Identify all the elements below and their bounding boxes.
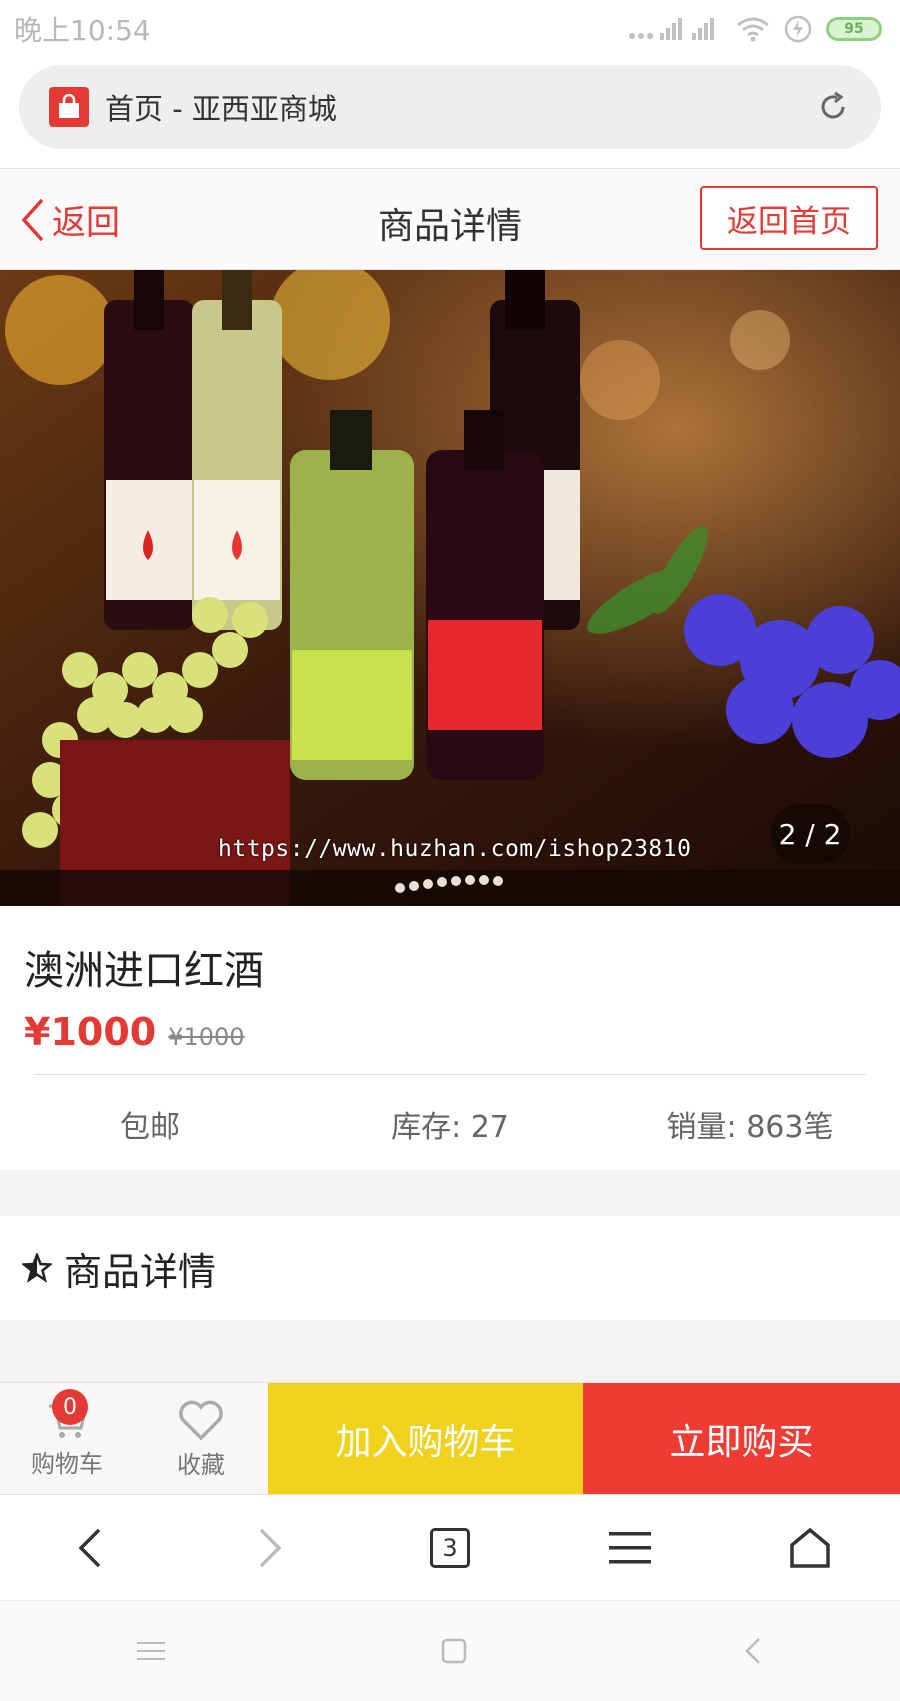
menu-icon <box>609 1531 651 1563</box>
system-home-icon[interactable] <box>440 1637 468 1665</box>
browser-nav-bar: 3 <box>0 1494 900 1600</box>
browser-forward-button[interactable] <box>230 1508 310 1588</box>
product-photo <box>0 270 900 906</box>
original-price: ¥1000 <box>168 1023 245 1051</box>
home-button[interactable]: 返回首页 <box>700 186 878 250</box>
page-header: 返回 商品详情 返回首页 <box>0 168 900 270</box>
chevron-left-icon <box>78 1528 101 1567</box>
chevron-right-icon <box>259 1528 282 1567</box>
charging-icon <box>784 15 812 43</box>
price-row: ¥1000 ¥1000 <box>24 1010 245 1054</box>
heart-icon <box>179 1400 223 1440</box>
product-meta-row: 包邮 库存: 27 销量: 863笔 <box>0 1102 900 1146</box>
cart-count-badge: 0 <box>52 1389 88 1425</box>
section-spacer <box>0 1170 900 1216</box>
browser-back-button[interactable] <box>50 1508 130 1588</box>
cart-button[interactable]: 0 购物车 <box>0 1383 134 1495</box>
reload-icon[interactable] <box>815 89 851 125</box>
status-icons: 95 <box>626 15 882 43</box>
favorite-button[interactable]: 收藏 <box>134 1383 268 1495</box>
content-placeholder <box>0 1320 900 1382</box>
tab-count: 3 <box>430 1527 470 1568</box>
shopping-bag-icon <box>49 87 89 127</box>
browser-home-button[interactable] <box>770 1508 850 1588</box>
recents-menu-icon[interactable] <box>137 1640 166 1662</box>
sales-info: 销量: 863笔 <box>666 1110 834 1145</box>
current-price: ¥1000 <box>24 1010 157 1054</box>
favorite-label: 收藏 <box>177 1450 225 1479</box>
buy-now-button[interactable]: 立即购买 <box>583 1383 900 1495</box>
browser-menu-button[interactable] <box>590 1508 670 1588</box>
shipping-info: 包邮 <box>120 1110 180 1145</box>
system-back-icon[interactable] <box>743 1636 763 1666</box>
tabs-button[interactable]: 3 <box>410 1508 490 1588</box>
cart-label: 购物车 <box>31 1449 103 1478</box>
wifi-icon <box>737 17 769 42</box>
image-watermark: https://www.huzhan.com/ishop23810 <box>218 836 692 862</box>
status-bar: 晚上10:54 95 <box>0 0 900 58</box>
stock-info: 库存: 27 <box>391 1110 509 1145</box>
product-info: 澳洲进口红酒 ¥1000 ¥1000 包邮 库存: 27 销量: 863笔 <box>0 906 900 1170</box>
system-nav-bar <box>0 1600 900 1701</box>
browser-url-bar[interactable]: 首页 - 亚西亚商城 <box>19 65 881 149</box>
status-time: 晚上10:54 <box>14 14 151 47</box>
product-action-bar: 0 购物车 收藏 加入购物车 立即购买 <box>0 1382 900 1495</box>
star-icon <box>22 1253 52 1283</box>
battery-indicator: 95 <box>826 17 882 41</box>
add-to-cart-button[interactable]: 加入购物车 <box>268 1383 583 1495</box>
detail-section-header: 商品详情 <box>0 1216 900 1320</box>
url-title: 首页 - 亚西亚商城 <box>105 92 337 126</box>
home-icon <box>790 1527 830 1568</box>
signal-icon <box>629 18 714 40</box>
divider <box>34 1074 866 1075</box>
product-name: 澳洲进口红酒 <box>24 948 264 994</box>
detail-section-title: 商品详情 <box>64 1249 217 1294</box>
product-image-gallery[interactable] <box>0 270 900 906</box>
gallery-pager: 2 / 2 <box>770 804 850 864</box>
